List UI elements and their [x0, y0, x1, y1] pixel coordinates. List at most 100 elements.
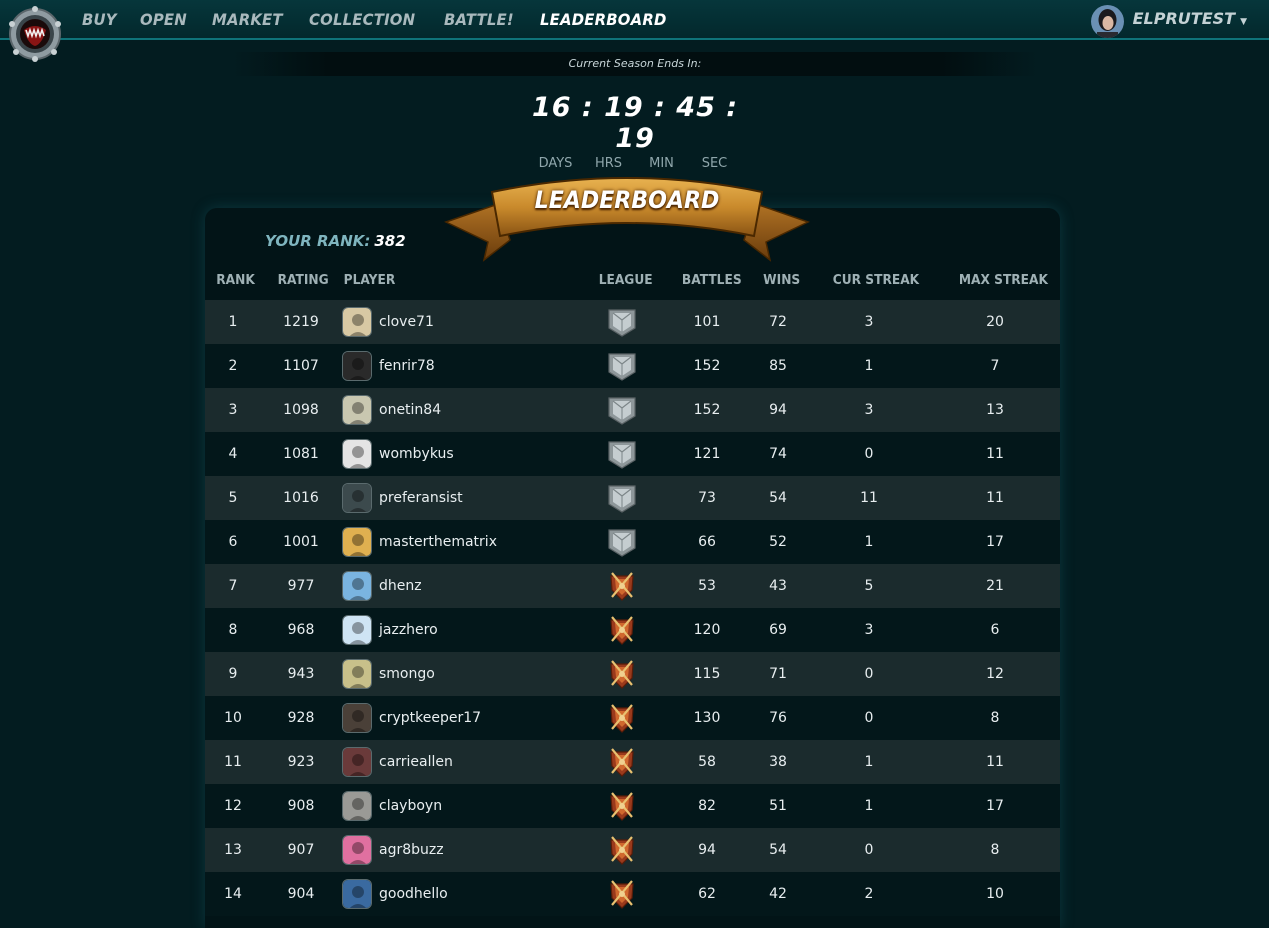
wins-cell: 71 [769, 666, 787, 682]
battles-cell: 130 [693, 710, 721, 726]
rating-cell: 1098 [283, 402, 319, 418]
table-row: 3 1098 onetin84 152 94 3 13 [205, 388, 1060, 432]
table-row: 6 1001 masterthematrix 66 52 1 17 [205, 520, 1060, 564]
silver-league-icon [606, 394, 638, 426]
player-avatar[interactable] [342, 307, 372, 337]
player-avatar[interactable] [342, 351, 372, 381]
player-avatar[interactable] [342, 615, 372, 645]
wins-cell: 74 [769, 446, 787, 462]
max-streak-cell: 7 [990, 358, 1000, 374]
cur-streak-cell: 0 [864, 710, 874, 726]
table-row: 12 908 clayboyn 82 51 1 17 [205, 784, 1060, 828]
header-battles[interactable]: BATTLES [682, 273, 742, 288]
cur-streak-cell: 1 [864, 798, 874, 814]
player-name-link[interactable]: agr8buzz [379, 828, 599, 872]
max-streak-cell: 11 [986, 446, 1004, 462]
player-name-link[interactable]: fenrir78 [379, 344, 599, 388]
header-cur-streak[interactable]: CUR STREAK [833, 273, 919, 288]
player-name-link[interactable]: preferansist [379, 476, 599, 520]
rank-cell: 13 [224, 842, 242, 858]
rank-cell: 2 [228, 358, 238, 374]
season-label: Current Season Ends In: [568, 57, 702, 70]
nav-collection[interactable]: COLLECTION [309, 10, 415, 29]
player-avatar[interactable] [342, 483, 372, 513]
nav-open[interactable]: OPEN [140, 10, 187, 29]
player-name-link[interactable]: masterthematrix [379, 520, 599, 564]
player-name-link[interactable]: jazzhero [379, 608, 599, 652]
wins-cell: 51 [769, 798, 787, 814]
wins-cell: 85 [769, 358, 787, 374]
battles-cell: 152 [693, 358, 721, 374]
player-name-link[interactable]: goodhello [379, 872, 599, 916]
max-streak-cell: 10 [986, 886, 1004, 902]
header-max-streak[interactable]: MAX STREAK [959, 273, 1048, 288]
table-header: RANK RATING PLAYER LEAGUE BATTLES WINS C… [205, 268, 1060, 294]
player-name-link[interactable]: smongo [379, 652, 599, 696]
header-rating[interactable]: RATING [278, 273, 329, 288]
nav-buy[interactable]: BUY [82, 10, 117, 29]
rating-cell: 1016 [283, 490, 319, 506]
rating-cell: 977 [287, 578, 315, 594]
unit-days: DAYS [538, 156, 573, 171]
header-player[interactable]: PLAYER [344, 273, 396, 288]
cur-streak-cell: 3 [864, 402, 874, 418]
wins-cell: 54 [769, 490, 787, 506]
bronze-league-icon [606, 878, 638, 910]
battles-cell: 53 [698, 578, 716, 594]
player-name-link[interactable]: onetin84 [379, 388, 599, 432]
player-avatar[interactable] [342, 835, 372, 865]
battles-cell: 115 [693, 666, 721, 682]
user-menu[interactable]: ELPRUTEST ▼ [1090, 3, 1247, 39]
nav-leaderboard[interactable]: LEADERBOARD [540, 10, 667, 29]
rating-cell: 1081 [283, 446, 319, 462]
player-avatar[interactable] [342, 439, 372, 469]
rank-cell: 7 [228, 578, 238, 594]
player-avatar[interactable] [342, 747, 372, 777]
nav-market[interactable]: MARKET [212, 10, 283, 29]
bronze-league-icon [606, 702, 638, 734]
cur-streak-cell: 0 [864, 842, 874, 858]
table-row: 11 923 carrieallen 58 38 1 11 [205, 740, 1060, 784]
player-name-link[interactable]: clayboyn [379, 784, 599, 828]
rating-cell: 1001 [283, 534, 319, 550]
player-avatar[interactable] [342, 703, 372, 733]
banner-title: LEADERBOARD [534, 186, 720, 214]
header-wins[interactable]: WINS [763, 273, 800, 288]
max-streak-cell: 8 [990, 842, 1000, 858]
player-name-link[interactable]: wombykus [379, 432, 599, 476]
cur-streak-cell: 5 [864, 578, 874, 594]
your-rank: YOUR RANK: 382 [265, 232, 406, 250]
header-rank[interactable]: RANK [216, 273, 255, 288]
player-avatar[interactable] [342, 527, 372, 557]
table-row: 13 907 agr8buzz 94 54 0 8 [205, 828, 1060, 872]
top-navbar: BUY OPEN MARKET COLLECTION BATTLE! LEADE… [0, 0, 1269, 40]
wins-cell: 72 [769, 314, 787, 330]
wins-cell: 52 [769, 534, 787, 550]
player-name-link[interactable]: cryptkeeper17 [379, 696, 599, 740]
player-name-link[interactable]: clove71 [379, 300, 599, 344]
player-name-link[interactable]: carrieallen [379, 740, 599, 784]
player-name-link[interactable]: dhenz [379, 564, 599, 608]
table-row: 10 928 cryptkeeper17 130 76 0 8 [205, 696, 1060, 740]
splinterlands-logo-icon[interactable] [8, 2, 62, 62]
cur-streak-cell: 3 [864, 622, 874, 638]
wins-cell: 43 [769, 578, 787, 594]
max-streak-cell: 11 [986, 754, 1004, 770]
rating-cell: 1107 [283, 358, 319, 374]
player-avatar[interactable] [342, 395, 372, 425]
rank-cell: 14 [224, 886, 242, 902]
nav-battle[interactable]: BATTLE! [444, 10, 514, 29]
max-streak-cell: 17 [986, 534, 1004, 550]
table-row: 5 1016 preferansist 73 54 11 11 [205, 476, 1060, 520]
max-streak-cell: 17 [986, 798, 1004, 814]
player-avatar[interactable] [342, 791, 372, 821]
your-rank-value: 382 [374, 232, 406, 250]
battles-cell: 82 [698, 798, 716, 814]
cur-streak-cell: 1 [864, 534, 874, 550]
table-row: 1 1219 clove71 101 72 3 20 [205, 300, 1060, 344]
header-league[interactable]: LEAGUE [599, 273, 653, 288]
player-avatar[interactable] [342, 571, 372, 601]
player-avatar[interactable] [342, 879, 372, 909]
bronze-league-icon [606, 746, 638, 778]
player-avatar[interactable] [342, 659, 372, 689]
